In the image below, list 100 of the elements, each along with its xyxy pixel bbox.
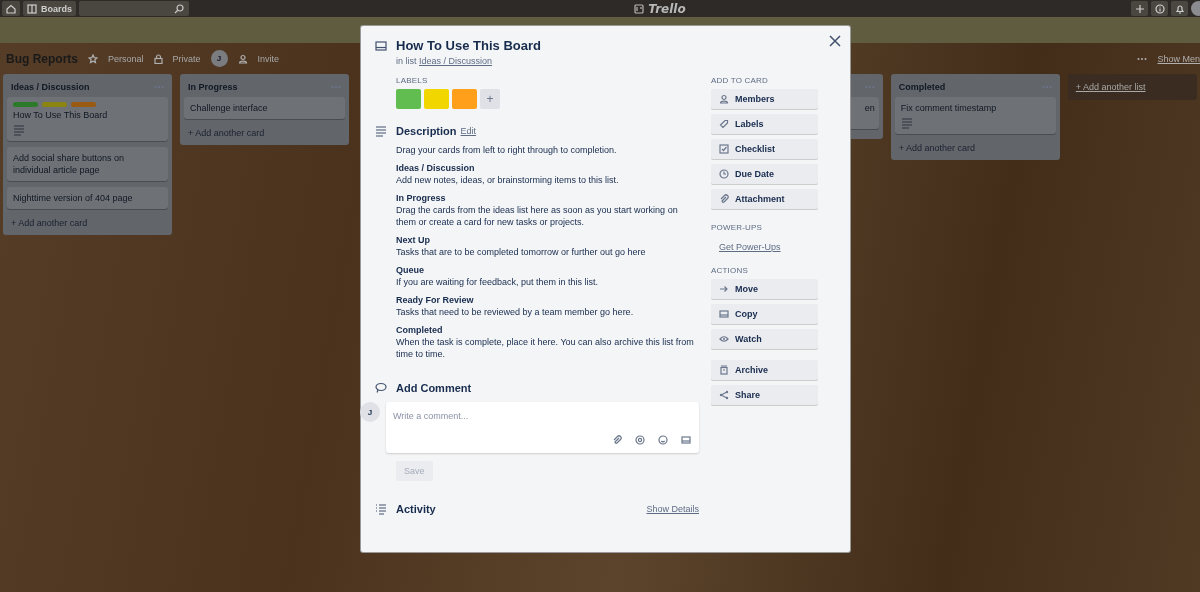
arrow-icon — [719, 284, 729, 294]
sidebar-button[interactable]: Members — [711, 89, 818, 109]
lock-icon — [153, 53, 163, 64]
card-title: Fix comment timestamp — [900, 102, 998, 114]
description-subheading: Ready For Review — [396, 294, 475, 306]
card[interactable]: How To Use This Board — [7, 97, 168, 141]
card-icon — [375, 40, 387, 52]
close-icon — [829, 35, 841, 47]
description-text: Tasks that need to be reviewed by a team member go here. — [396, 306, 635, 318]
info-button[interactable] — [1151, 1, 1168, 16]
eye-icon — [719, 334, 729, 344]
list-link[interactable]: Ideas / Discussion — [419, 56, 493, 66]
home-button[interactable] — [2, 1, 20, 16]
description-subheading: Completed — [396, 324, 444, 336]
star-icon — [88, 53, 98, 64]
activity-icon — [375, 503, 387, 515]
card-icon — [681, 435, 691, 445]
show-details-link[interactable]: Show Details — [646, 504, 699, 514]
sidebar-heading: ACTIONS — [711, 266, 749, 275]
description-text: Drag the cards from the ideas list here as soon as you start working on them or create a card for new tasks or projects. — [396, 204, 679, 228]
add-card-button[interactable]: + Add another card — [7, 215, 168, 231]
bell-icon — [1174, 3, 1185, 14]
share-icon — [719, 390, 729, 400]
power-ups-link[interactable]: Get Power-Ups — [711, 242, 781, 252]
description-text: Tasks that are to be completed tomorrow or further out go here — [396, 246, 647, 258]
tag-icon — [719, 119, 729, 129]
add-label-button[interactable]: + — [480, 89, 500, 109]
label-swatch[interactable] — [452, 89, 477, 109]
paperclip-icon — [719, 194, 729, 204]
card-title: en — [863, 102, 875, 114]
sidebar-button[interactable]: Move — [711, 279, 818, 299]
add-card-button[interactable]: + Add another card — [894, 140, 1056, 156]
person-icon — [237, 53, 248, 64]
description-text: If you are waiting for feedback, put them in this list. — [396, 276, 600, 288]
label-swatch[interactable] — [424, 89, 449, 109]
sidebar-button[interactable]: Labels — [711, 114, 818, 134]
clock-icon — [719, 169, 729, 179]
board-logo-icon — [634, 3, 645, 14]
card[interactable]: Nighttime version of 404 page — [7, 187, 168, 209]
add-card-button[interactable]: + Add another card — [184, 125, 345, 141]
bell-button[interactable] — [1171, 1, 1188, 16]
edit-link[interactable]: Edit — [460, 126, 477, 136]
description-icon — [375, 125, 387, 137]
boards-button[interactable]: Boards — [23, 1, 76, 16]
section-heading: Add Comment — [396, 381, 472, 395]
list-title[interactable]: Completed — [898, 82, 946, 92]
speech-bubble-icon — [375, 382, 387, 394]
sidebar-heading: ADD TO CARD — [711, 76, 770, 85]
label-swatch[interactable] — [396, 89, 421, 109]
description-subheading: Next Up — [396, 234, 431, 246]
paperclip-icon — [612, 435, 622, 445]
search-icon — [174, 3, 184, 14]
card[interactable]: Add social share buttons on individual article page — [7, 147, 168, 181]
at-sign-icon — [635, 435, 645, 445]
plus-button[interactable] — [1131, 1, 1148, 16]
description-subheading: Ideas / Discussion — [396, 162, 476, 174]
smiley-icon — [658, 435, 668, 445]
card-icon — [719, 309, 729, 319]
visibility-label[interactable]: Private — [172, 53, 201, 64]
user-avatar: J — [360, 402, 380, 422]
invite-link[interactable]: Invite — [257, 53, 280, 64]
sidebar-button[interactable]: Archive — [711, 360, 818, 380]
description-text: Drag your cards from left to right through to completion. — [396, 144, 618, 156]
card-title: Challenge interface — [190, 102, 269, 114]
search-field[interactable] — [79, 1, 189, 16]
show-menu-link[interactable]: Show Men — [1157, 53, 1200, 64]
card-title: How To Use This Board — [396, 38, 541, 54]
sidebar-button[interactable]: Copy — [711, 304, 818, 324]
plus-icon — [1134, 3, 1145, 14]
home-icon — [6, 3, 16, 14]
sidebar-heading: POWER-UPS — [711, 223, 764, 232]
archive-icon — [719, 365, 729, 375]
card-title: How To Use This Board — [13, 109, 109, 121]
comment-box[interactable]: Write a comment... — [386, 402, 699, 453]
section-heading: Activity — [396, 502, 436, 516]
board-icon — [27, 3, 37, 14]
comment-field[interactable]: Write a comment... — [393, 408, 513, 424]
description-text: Add new notes, ideas, or brainstorming items to this list. — [396, 174, 620, 186]
add-list-button[interactable]: + Add another list — [1067, 74, 1197, 100]
close-button[interactable] — [829, 35, 841, 47]
card[interactable]: Challenge interface — [184, 97, 345, 119]
member-avatar[interactable]: J — [210, 50, 228, 67]
person-icon — [719, 94, 729, 104]
section-heading: Description — [396, 124, 457, 138]
card-title: Add social share buttons on individual article page — [13, 152, 126, 176]
sidebar-button[interactable]: Due Date — [711, 164, 818, 184]
dots-icon — [1137, 56, 1148, 61]
description-subheading: In Progress — [396, 192, 447, 204]
sidebar-button[interactable]: Attachment — [711, 189, 818, 209]
card[interactable]: Fix comment timestamp — [894, 97, 1056, 134]
list-title[interactable]: In Progress — [188, 82, 238, 92]
sidebar-button[interactable]: Share — [711, 385, 818, 405]
info-icon — [1154, 3, 1165, 14]
sidebar-button[interactable]: Checklist — [711, 139, 818, 159]
sidebar-button[interactable]: Watch — [711, 329, 818, 349]
list-prefix: in list — [396, 56, 418, 66]
description-subheading: Queue — [396, 264, 425, 276]
list-title[interactable]: Ideas / Discussion — [11, 82, 90, 92]
description-text: When the task is complete, place it here. You can also archive this list from time to time. — [396, 336, 695, 360]
team-label[interactable]: Personal — [108, 53, 144, 64]
